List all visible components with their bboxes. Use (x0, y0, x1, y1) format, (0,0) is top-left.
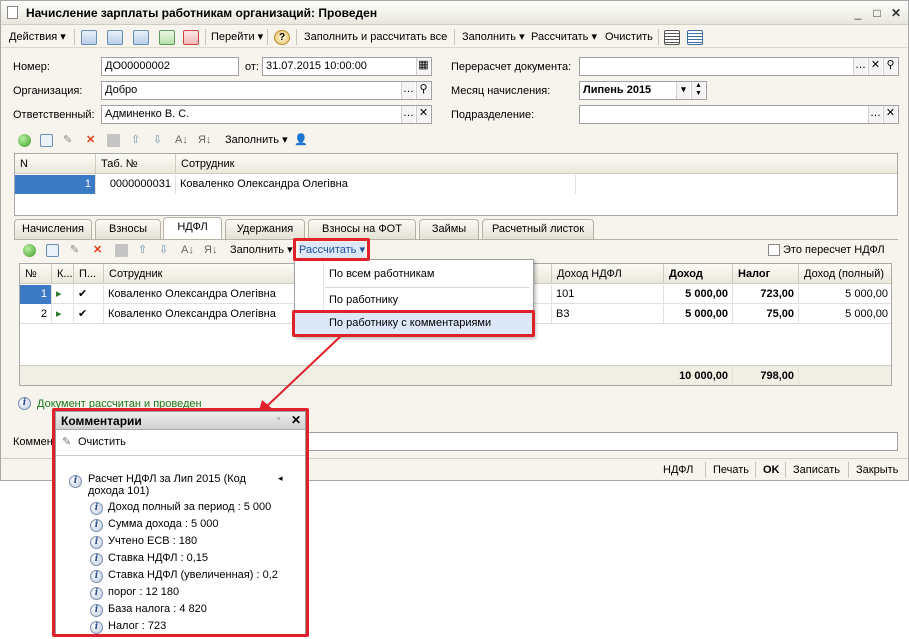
highlight-comments-panel (52, 408, 309, 637)
